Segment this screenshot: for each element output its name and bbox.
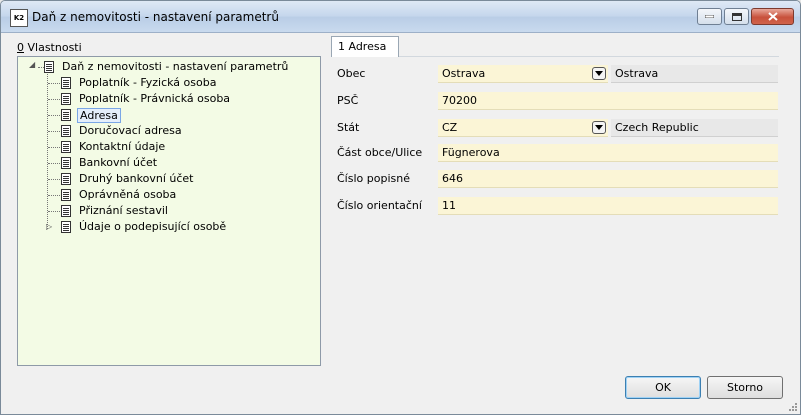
tree-connector [48, 211, 60, 212]
cast-obce-field[interactable]: Fügnerova [438, 144, 778, 162]
document-icon [61, 109, 71, 121]
document-icon [61, 189, 71, 201]
tree-item[interactable]: Oprávněná osoba [61, 187, 178, 203]
obec-label: Obec [337, 67, 366, 80]
maximize-icon [731, 12, 742, 21]
tree-item[interactable]: Doručovací adresa [61, 123, 184, 139]
cast-obce-label: Část obce/Ulice [337, 146, 423, 159]
tree-connector [48, 131, 60, 132]
tree-item[interactable]: Bankovní účet [61, 155, 159, 171]
tree-item-label: Oprávněná osoba [79, 188, 177, 201]
maximize-button[interactable] [724, 8, 749, 25]
tree-connector [47, 71, 48, 229]
document-icon [61, 205, 71, 217]
obec-display: Ostrava [611, 65, 778, 83]
stat-display: Czech Republic [611, 119, 778, 137]
title-bar[interactable]: K2 Daň z nemovitosti - nastavení paramet… [1, 1, 800, 33]
window-title: Daň z nemovitosti - nastavení parametrů [32, 10, 279, 24]
document-icon [44, 61, 54, 73]
tree-item-label: Poplatník - Právnická osoba [79, 92, 231, 105]
tab-divider [399, 56, 779, 57]
psc-label: PSČ [337, 94, 359, 107]
properties-tree[interactable]: ◢ Daň z nemovitosti - nastavení parametr… [17, 56, 321, 366]
minimize-button[interactable] [697, 8, 722, 25]
tree-connector [48, 115, 60, 116]
close-icon [767, 12, 778, 21]
tree-item-label: Bankovní účet [79, 156, 158, 169]
tree-item[interactable]: Poplatník - Právnická osoba [61, 91, 232, 107]
obec-value: Ostrava [442, 67, 486, 80]
tree-item[interactable]: Druhý bankovní účet [61, 171, 195, 187]
tree-item-label: Přiznání sestavil [79, 204, 168, 217]
tree-item-label: Druhý bankovní účet [79, 172, 194, 185]
cislo-orientacni-field[interactable]: 11 [438, 197, 778, 215]
document-icon [61, 93, 71, 105]
tree-connector [48, 83, 60, 84]
stat-dropdown-button[interactable] [592, 121, 606, 134]
collapse-icon[interactable]: ◢ [29, 60, 35, 69]
cislo-popisne-label: Číslo popisné [337, 172, 410, 185]
close-button[interactable] [751, 8, 794, 25]
tree-item-label: Adresa [77, 107, 121, 123]
stat-select[interactable]: CZ [438, 119, 608, 137]
tree-item[interactable]: Přiznání sestavil [61, 203, 170, 219]
app-logo-icon: K2 [10, 9, 28, 27]
psc-field[interactable]: 70200 [438, 92, 778, 110]
properties-label-text: Vlastnosti [24, 41, 82, 54]
tree-item-label: Kontaktní údaje [79, 140, 166, 153]
document-icon [61, 221, 71, 233]
expand-icon[interactable]: ▷ [46, 222, 52, 231]
chevron-down-icon [595, 125, 603, 130]
document-icon [61, 77, 71, 89]
chevron-down-icon [595, 71, 603, 76]
dialog-window: K2 Daň z nemovitosti - nastavení paramet… [0, 0, 801, 415]
obec-dropdown-button[interactable] [592, 67, 606, 80]
window-controls [697, 8, 794, 25]
cancel-button[interactable]: Storno [707, 376, 783, 399]
tree-item-label: Doručovací adresa [79, 124, 182, 137]
stat-label: Stát [337, 121, 360, 134]
tree-item-label: Poplatník - Fyzická osoba [79, 76, 217, 89]
tree-item[interactable]: Poplatník - Fyzická osoba [61, 75, 218, 91]
properties-label-hotkey: 0 [17, 41, 24, 54]
document-icon [61, 173, 71, 185]
cislo-popisne-field[interactable]: 646 [438, 170, 778, 188]
document-icon [61, 141, 71, 153]
stat-value: CZ [442, 121, 458, 134]
tree-connector [48, 99, 60, 100]
tree-connector [48, 195, 60, 196]
tree-item[interactable]: Údaje o podepisující osobě [61, 219, 228, 235]
minimize-icon [705, 15, 714, 18]
tree-item[interactable]: Kontaktní údaje [61, 139, 167, 155]
tree-connector [48, 147, 60, 148]
tree-item-label: Údaje o podepisující osobě [79, 220, 227, 233]
document-icon [61, 157, 71, 169]
tree-connector [48, 163, 60, 164]
cislo-orientacni-label: Číslo orientační [337, 199, 422, 212]
obec-select[interactable]: Ostrava [438, 65, 608, 83]
tree-item-selected[interactable]: Adresa [61, 107, 121, 123]
ok-button[interactable]: OK [625, 376, 701, 399]
tree-root-label: Daň z nemovitosti - nastavení parametrů [62, 60, 289, 73]
tree-connector [48, 179, 60, 180]
resize-grip-icon[interactable] [788, 402, 798, 412]
properties-label: 0 Vlastnosti [17, 41, 82, 54]
document-icon [61, 125, 71, 137]
tab-adresa[interactable]: 1 Adresa [331, 36, 399, 57]
tree-root[interactable]: Daň z nemovitosti - nastavení parametrů [44, 59, 290, 75]
